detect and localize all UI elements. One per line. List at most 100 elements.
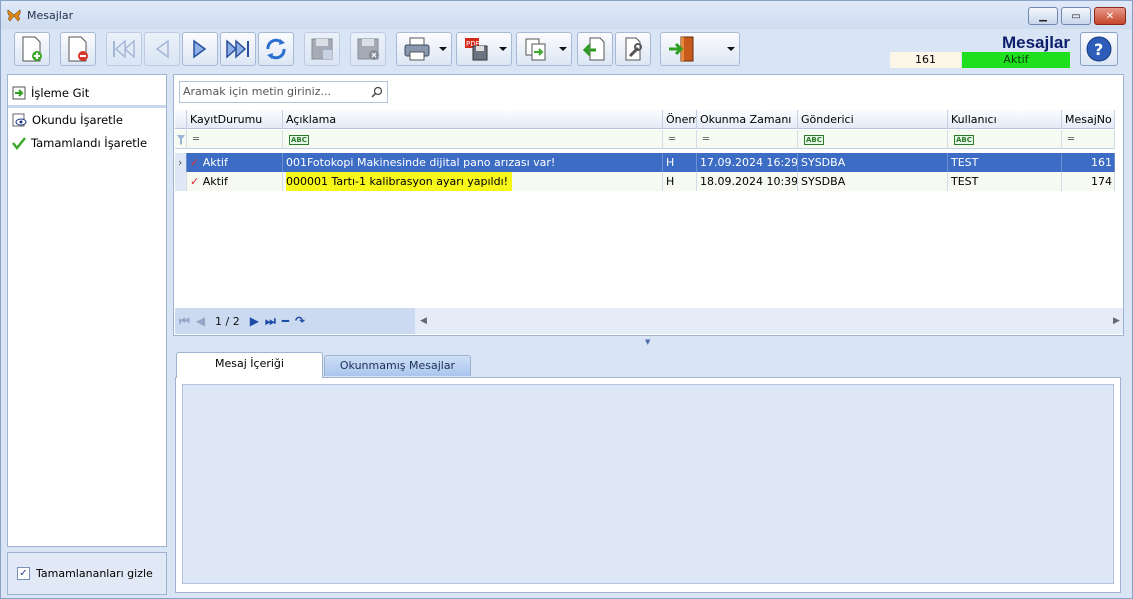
save-button[interactable] (304, 32, 340, 66)
text-filter-icon: ABC (289, 135, 309, 145)
printer-icon (404, 37, 430, 61)
refresh-button[interactable] (258, 32, 294, 66)
filter-icon[interactable] (175, 130, 187, 149)
table-row[interactable]: ✓ Aktif 000001 Tartı-1 kalibrasyon ayarı… (175, 172, 1115, 191)
hide-completed-label: Tamamlananları gizle (36, 567, 153, 580)
filter-priority[interactable]: ═ (663, 130, 697, 149)
pager-refresh-icon[interactable]: ↷ (295, 314, 305, 328)
goto-icon (12, 86, 26, 100)
filter-read-time[interactable]: ═ (697, 130, 798, 149)
filter-row: ═ ABC ═ ═ ABC ABC ═ (175, 130, 1115, 149)
filter-description[interactable]: ABC (283, 130, 663, 149)
help-icon: ? (1086, 36, 1112, 62)
search-icon[interactable] (371, 86, 383, 98)
column-header-user[interactable]: Kullanıcı (948, 110, 1062, 129)
search-input[interactable]: Aramak için metin giriniz... (179, 81, 388, 103)
cell-read-time: 17.09.2024 16:29:3 (697, 153, 798, 172)
cell-description: 000001 Tartı-1 kalibrasyon ayarı yapıldı… (283, 172, 663, 191)
grid-header: KayıtDurumu Açıklama Önem Okunma Zamanı … (175, 110, 1115, 129)
first-record-button[interactable] (106, 32, 142, 66)
cell-sender: SYSDBA (798, 172, 948, 191)
pager-controls: ⏮ ◀ 1 / 2 ▶ ⏭ ━ ↷ (175, 308, 415, 334)
filter-user[interactable]: ABC (948, 130, 1062, 149)
checkmark-icon (12, 137, 26, 150)
new-document-icon (22, 36, 42, 62)
print-button[interactable] (396, 32, 452, 66)
messages-grid-panel: Aramak için metin giriniz... KayıtDurumu… (173, 74, 1124, 336)
page-indicator: 1 / 2 (215, 314, 240, 328)
cell-sender: SYSDBA (798, 153, 948, 172)
new-record-button[interactable] (14, 32, 50, 66)
title-bar: Mesajlar ▁ ▭ ✕ (1, 1, 1132, 29)
filter-sender[interactable]: ABC (798, 130, 948, 149)
cancel-save-button[interactable] (350, 32, 386, 66)
minimize-button[interactable]: ▁ (1028, 7, 1058, 25)
panel-splitter[interactable]: ▼ (173, 338, 1124, 346)
pager-delete-icon[interactable]: ━ (282, 314, 289, 328)
cancel-save-icon (357, 38, 379, 60)
refresh-icon (266, 38, 286, 60)
close-icon: ✕ (1105, 10, 1115, 22)
copy-button[interactable] (516, 32, 572, 66)
first-icon (113, 39, 135, 59)
tab-content (175, 377, 1121, 593)
close-button[interactable]: ✕ (1094, 7, 1126, 25)
cell-user: TEST (948, 172, 1062, 191)
column-header-status[interactable]: KayıtDurumu (187, 110, 283, 129)
search-placeholder: Aramak için metin giriniz... (183, 85, 331, 98)
exit-door-icon (669, 36, 694, 62)
pdf-export-button[interactable]: PDF (456, 32, 512, 66)
next-record-button[interactable] (182, 32, 218, 66)
delete-record-button[interactable] (60, 32, 96, 66)
table-row[interactable]: › ✓ Aktif 001Fotokopi Makinesinde dijita… (175, 153, 1115, 172)
filter-status[interactable]: ═ (187, 130, 283, 149)
tab-unread-messages[interactable]: Okunmamış Mesajlar (324, 355, 471, 376)
exit-button[interactable] (660, 32, 740, 66)
delete-document-icon (68, 36, 88, 62)
help-button[interactable]: ? (1080, 32, 1118, 66)
pdf-icon: PDF (465, 38, 488, 61)
eye-icon (12, 113, 27, 127)
scroll-left-icon[interactable]: ◀ (420, 316, 427, 326)
pager-first-icon[interactable]: ⏮ (179, 314, 190, 329)
status-badge: Aktif (962, 52, 1070, 68)
sidebar-item-mark-complete[interactable]: Tamamlandı İşaretle (8, 133, 166, 153)
scroll-right-icon[interactable]: ▶ (1113, 316, 1120, 326)
column-header-read-time[interactable]: Okunma Zamanı (697, 110, 798, 129)
sidebar-item-goto[interactable]: İşleme Git (8, 83, 166, 103)
maximize-icon: ▭ (1071, 10, 1081, 22)
sidebar-item-label: İşleme Git (31, 86, 90, 100)
column-header-message-no[interactable]: MesajNo (1062, 110, 1115, 129)
filter-message-no[interactable]: ═ (1062, 130, 1115, 149)
import-button[interactable] (577, 32, 613, 66)
tab-message-content[interactable]: Mesaj İçeriği (176, 352, 323, 378)
settings-button[interactable] (615, 32, 651, 66)
last-record-button[interactable] (220, 32, 256, 66)
butterfly-icon (7, 9, 21, 22)
check-red-icon: ✓ (190, 156, 200, 169)
maximize-button[interactable]: ▭ (1061, 7, 1091, 25)
pager-next-icon[interactable]: ▶ (250, 314, 259, 328)
pager-last-icon[interactable]: ⏭ (265, 314, 276, 329)
dropdown-arrow-icon (559, 47, 567, 51)
pager-prev-icon[interactable]: ◀ (196, 314, 205, 328)
column-header-sender[interactable]: Gönderici (798, 110, 948, 129)
cell-priority: H (663, 153, 697, 172)
sidebar-divider (8, 105, 166, 108)
svg-text:?: ? (1094, 40, 1103, 59)
next-icon (193, 39, 207, 59)
record-number: 161 (890, 52, 961, 68)
column-header-priority[interactable]: Önem (663, 110, 697, 129)
module-title: Mesajlar (1001, 33, 1070, 52)
row-indicator-icon: › (175, 153, 187, 172)
splitter-arrow-icon: ▼ (645, 338, 651, 346)
window-title: Mesajlar (27, 9, 74, 22)
prev-record-button[interactable] (144, 32, 180, 66)
hide-completed-checkbox[interactable]: ✓ (17, 567, 30, 580)
sidebar-item-mark-read[interactable]: Okundu İşaretle (8, 110, 166, 130)
side-panel: İşleme Git Okundu İşaretle Tamamlandı İş… (7, 74, 167, 547)
cell-message-no: 161 (1062, 153, 1115, 172)
message-content-area[interactable] (182, 384, 1114, 584)
import-icon (582, 37, 605, 61)
column-header-description[interactable]: Açıklama (283, 110, 663, 129)
